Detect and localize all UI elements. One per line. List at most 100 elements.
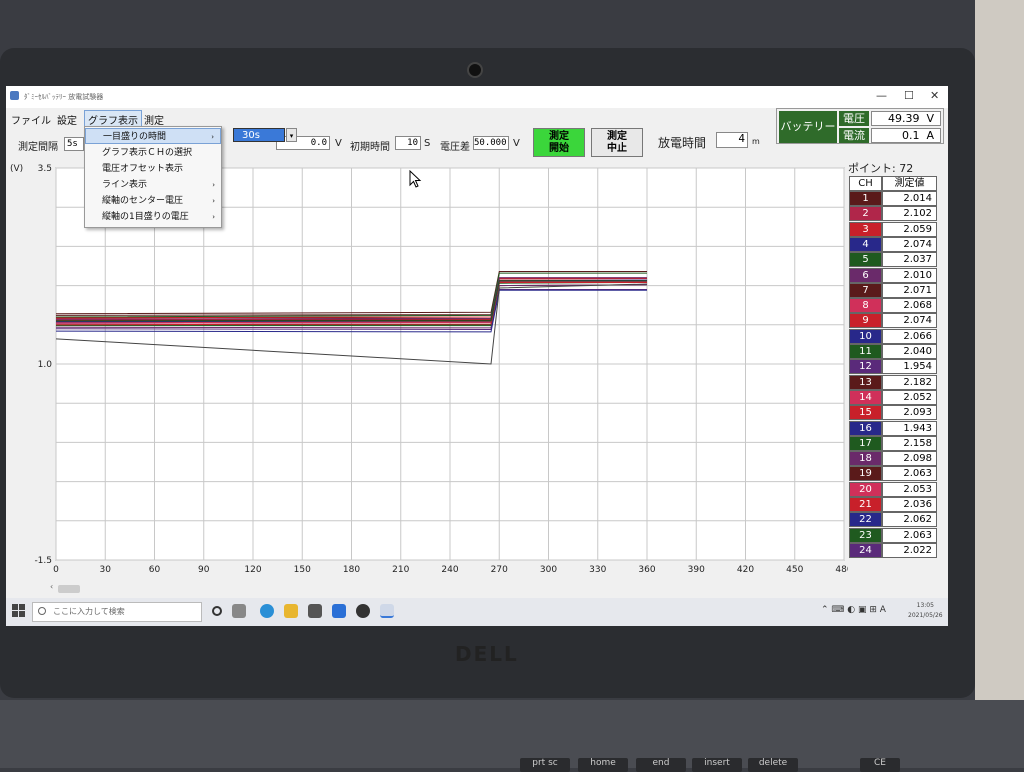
active-app-icon[interactable] [380,604,394,618]
channel-number: 17 [849,435,882,451]
channel-number: 13 [849,374,882,390]
channel-number: 23 [849,527,882,543]
table-row: 9 2.074 [849,313,937,329]
dropdown-item-volts-per-division[interactable]: 縦軸の1目盛りの電圧 › [85,209,221,225]
taskbar-search-input[interactable]: ここに入力して検索 [32,602,202,622]
battery-current-label: 電流 [839,128,869,143]
channel-value: 2.066 [882,328,937,344]
channel-value: 2.068 [882,298,937,314]
x-tick-label: 270 [491,565,508,575]
channel-value: 2.022 [882,542,937,558]
mail-icon[interactable] [332,604,346,618]
menu-settings[interactable]: 設定 [54,112,80,127]
channel-number: 2 [849,206,882,222]
discharge-time-field[interactable]: 4 [716,132,748,148]
maximize-button[interactable]: ☐ [904,89,914,102]
key-end: end [636,758,686,772]
battery-voltage-value: 49.39 V [871,111,941,126]
channel-number: 15 [849,405,882,421]
channel-value: 2.040 [882,344,937,359]
start-measure-button[interactable]: 測定 開始 [533,128,585,157]
table-row: 8 2.068 [849,298,937,314]
table-header: CH 測定値 [849,176,937,191]
graph-display-dropdown: 一目盛りの時間 › グラフ表示ＣＨの選択 電圧オフセット表示 ライン表示 › 縦軸の… [84,126,222,228]
file-explorer-icon[interactable] [284,604,298,618]
channel-number: 21 [849,497,882,512]
points-count: ポイント: 72 [848,162,914,175]
chevron-right-icon: › [212,213,215,221]
x-tick-label: 480 [835,565,848,575]
x-tick-label: 300 [540,565,557,575]
table-row: 5 2.037 [849,252,937,268]
edge-browser-icon[interactable] [260,604,274,618]
store-icon[interactable] [308,604,322,618]
battery-current-value: 0.1 A [871,128,941,143]
chevron-right-icon: › [212,197,215,205]
table-row: 3 2.059 [849,221,937,237]
scroll-left-icon[interactable]: ‹ [50,582,53,591]
screen: ﾀﾞﾐｰｾﾙﾊﾞｯﾃﾘｰ 放電試験器 — ☐ ✕ ファイル 設定 グラフ表示 測… [6,86,948,626]
clock[interactable]: 13:05 2021/05/26 [908,601,943,621]
table-header-value: 測定値 [882,176,937,191]
channel-number: 19 [849,466,882,482]
dropdown-item-voltage-offset[interactable]: 電圧オフセット表示 [85,161,221,177]
desk-background [975,0,1024,768]
menu-measure[interactable]: 測定 [141,112,167,127]
interval-label: 測定間隔 [18,142,58,153]
title-bar: ﾀﾞﾐｰｾﾙﾊﾞｯﾃﾘｰ 放電試験器 — ☐ ✕ [6,86,948,108]
channel-value: 2.098 [882,451,937,467]
menu-file[interactable]: ファイル [8,112,54,127]
channel-number: 24 [849,542,882,558]
dropdown-item-center-voltage[interactable]: 縦軸のセンター電圧 › [85,193,221,209]
interval-field[interactable]: 5s [64,137,84,151]
horizontal-scrollbar[interactable]: ‹ [50,582,840,594]
initial-time-field[interactable]: 10 [395,136,421,150]
channel-value: 2.036 [882,497,937,512]
timescale-select[interactable]: 30s [233,128,285,142]
table-row: 7 2.071 [849,282,937,298]
channel-number: 10 [849,328,882,344]
channel-value: 2.063 [882,466,937,482]
windows-start-icon[interactable] [12,604,26,618]
app-icon-circle[interactable] [356,604,370,618]
scroll-thumb[interactable] [58,585,80,593]
table-row: 15 2.093 [849,405,937,421]
task-view-icon[interactable] [232,604,246,618]
dropdown-item-channel-select[interactable]: グラフ表示ＣＨの選択 [85,145,221,161]
system-tray[interactable]: ⌃ ⌨ ◐ ▣ ⊞ A [821,605,886,615]
channel-value: 2.102 [882,206,937,222]
offset-unit: V [335,138,342,149]
minimize-button[interactable]: — [876,89,887,102]
table-row: 2 2.102 [849,206,937,222]
y-tick-label: -1.5 [34,556,52,566]
channel-number: 5 [849,252,882,268]
key-delete: delete [748,758,798,772]
table-row: 4 2.074 [849,236,937,252]
x-tick-label: 150 [294,565,311,575]
channel-value: 2.037 [882,252,937,268]
dropdown-item-timescale[interactable]: 一目盛りの時間 › [85,128,221,144]
taskbar: ここに入力して検索 ⌃ ⌨ ◐ ▣ ⊞ A 13:05 2021/05/26 [6,598,948,626]
x-tick-label: 420 [737,565,754,575]
cortana-icon[interactable] [212,606,222,616]
table-row: 21 2.036 [849,497,937,512]
table-row: 14 2.052 [849,389,937,405]
key-ce: CE [860,758,900,772]
channel-value: 2.182 [882,374,937,390]
close-button[interactable]: ✕ [930,89,939,102]
app-icon [10,91,19,100]
x-tick-label: 450 [786,565,803,575]
timescale-select-arrow[interactable]: ▾ [286,128,297,142]
voltage-diff-field[interactable]: 50.000 [473,136,509,150]
key-home: home [578,758,628,772]
channel-number: 4 [849,236,882,252]
dropdown-item-line-display[interactable]: ライン表示 › [85,177,221,193]
initial-time-unit: S [424,138,431,149]
stop-measure-button[interactable]: 測定 中止 [591,128,643,157]
battery-current-unit: A [926,129,934,142]
channel-number: 7 [849,282,882,298]
chevron-down-icon: ▾ [289,132,294,140]
mouse-cursor-icon [409,170,422,188]
y-axis-label: (V) [10,164,23,174]
initial-time-label: 初期時間 [350,142,390,153]
